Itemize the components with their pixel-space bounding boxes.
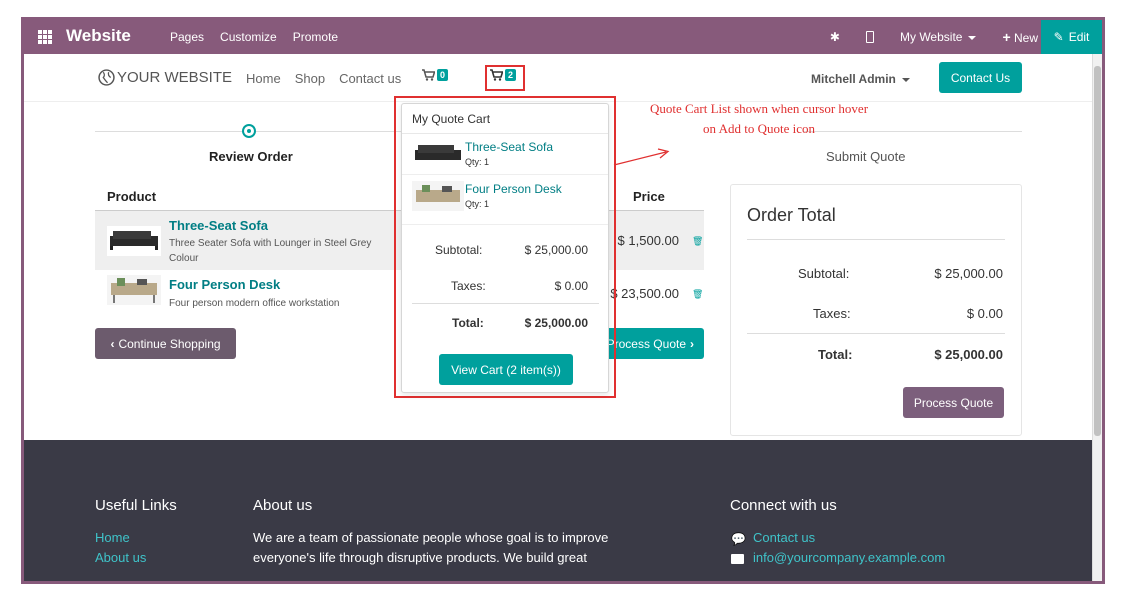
my-website-dropdown[interactable]: My Website (900, 30, 977, 44)
admin-bar: Website Pages Customize Promote ✱ My Web… (24, 20, 1102, 54)
order-total-title: Order Total (747, 205, 836, 225)
product-price: $ 23,500.00 (610, 286, 679, 301)
quote-cart-link[interactable]: 2 (490, 69, 517, 81)
bug-icon[interactable]: ✱ (830, 30, 840, 44)
site-footer: Useful Links Home About us About us We a… (24, 440, 1102, 581)
sofa-thumbnail (412, 139, 464, 169)
annotation-text: Quote Cart List shown when cursor hover … (649, 101, 869, 136)
menu-customize[interactable]: Customize (220, 30, 277, 44)
taxes-value: $ 0.00 (966, 306, 1003, 321)
user-menu[interactable]: Mitchell Admin (811, 72, 910, 86)
subtotal-value: $ 25,000.00 (934, 266, 1003, 281)
divider (747, 239, 1005, 240)
cart-icon (422, 69, 435, 81)
popover-subtotal-value: $ 25,000.00 (524, 243, 588, 257)
process-quote-button[interactable]: Process Quote (903, 387, 1004, 418)
admin-menu: Pages Customize Promote (170, 30, 338, 44)
desk-thumbnail (412, 181, 464, 211)
annotation-arrow-icon (613, 148, 670, 166)
scrollbar-thumb[interactable] (1094, 66, 1101, 436)
footer-contact-link[interactable]: Contact us (753, 530, 815, 545)
popover-title: My Quote Cart (402, 104, 608, 134)
menu-pages[interactable]: Pages (170, 30, 204, 44)
divider (747, 333, 1005, 334)
edit-button[interactable]: ✎ Edit (1041, 20, 1102, 54)
product-price: $ 1,500.00 (617, 233, 679, 248)
desk-thumbnail (107, 275, 161, 305)
chevron-right-icon: › (690, 336, 694, 351)
popover-item-name[interactable]: Three-Seat Sofa (465, 140, 553, 154)
column-header-price: Price (633, 189, 665, 204)
subtotal-label: Subtotal: (798, 266, 850, 281)
popover-item-name[interactable]: Four Person Desk (465, 182, 562, 196)
quote-cart-icon (490, 69, 503, 81)
product-description: Three Seater Sofa with Lounger in Steel … (169, 238, 372, 264)
footer-email-link[interactable]: info@yourcompany.example.com (753, 550, 945, 565)
cart-count-badge: 0 (437, 69, 449, 81)
step-submit-quote: Submit Quote (826, 149, 906, 164)
footer-link-about[interactable]: About us (95, 550, 146, 565)
admin-right-menu: ✱ My Website + New (830, 29, 1038, 45)
view-cart-button[interactable]: View Cart (2 item(s)) (439, 354, 573, 385)
site-logo[interactable]: YOUR WEBSITE (98, 69, 232, 86)
trash-icon[interactable]: 🗑 (692, 289, 703, 299)
step-active-dot (242, 124, 256, 138)
menu-promote[interactable]: Promote (293, 30, 338, 44)
popover-taxes-label: Taxes: (451, 279, 486, 293)
popover-taxes-value: $ 0.00 (554, 279, 588, 293)
popover-total-value: $ 25,000.00 (524, 316, 588, 330)
pencil-icon: ✎ (1053, 30, 1064, 44)
taxes-label: Taxes: (813, 306, 851, 321)
list-item[interactable]: Four Person Desk Qty: 1 (402, 176, 608, 225)
site-nav: Home Shop Contact us (246, 71, 401, 86)
app-title: Website (66, 26, 131, 45)
shop-cart-link[interactable]: 0 (422, 69, 449, 81)
order-total-card: Order Total Subtotal: $ 25,000.00 Taxes:… (730, 184, 1022, 436)
chat-bubble-icon: 💬 (731, 532, 746, 546)
browser-frame: Website Pages Customize Promote ✱ My Web… (21, 17, 1105, 584)
quote-cart-popover: My Quote Cart Three-Seat Sofa Qty: 1 Fou… (401, 103, 609, 393)
footer-link-home[interactable]: Home (95, 530, 130, 545)
product-description: Four person modern office workstation (169, 298, 340, 309)
footer-connect-title: Connect with us (730, 497, 837, 514)
divider (412, 303, 599, 304)
footer-about-title: About us (253, 497, 313, 514)
product-name[interactable]: Three-Seat Sofa (169, 218, 268, 233)
contact-us-button[interactable]: Contact Us (939, 62, 1022, 93)
footer-useful-links-title: Useful Links (95, 497, 177, 514)
trash-icon[interactable]: 🗑 (692, 236, 703, 246)
step-review-order: Review Order (209, 149, 293, 164)
quote-cart-count-badge: 2 (505, 69, 517, 81)
plus-icon: + (1002, 29, 1011, 45)
site-header: YOUR WEBSITE Home Shop Contact us 0 2 Mi… (24, 54, 1102, 102)
popover-total-label: Total: (452, 316, 484, 330)
sofa-thumbnail (107, 226, 161, 256)
mobile-preview-icon[interactable] (865, 31, 874, 43)
apps-menu-icon[interactable] (38, 30, 52, 44)
nav-contact[interactable]: Contact us (339, 71, 401, 86)
nav-shop[interactable]: Shop (295, 71, 325, 86)
page-scrollbar[interactable] (1092, 54, 1102, 581)
popover-subtotal-label: Subtotal: (435, 243, 483, 257)
envelope-icon (731, 554, 744, 564)
chevron-left-icon: ‹ (110, 336, 115, 351)
footer-about-text: We are a team of passionate people whose… (253, 530, 609, 565)
list-item[interactable]: Three-Seat Sofa Qty: 1 (402, 134, 608, 175)
new-button[interactable]: + New (1002, 29, 1038, 45)
globe-icon (98, 69, 115, 86)
continue-shopping-button[interactable]: ‹ Continue Shopping (95, 328, 236, 359)
total-value: $ 25,000.00 (934, 347, 1003, 362)
column-header-product: Product (107, 189, 157, 204)
popover-item-qty: Qty: 1 (465, 157, 490, 167)
nav-home[interactable]: Home (246, 71, 281, 86)
total-label: Total: (818, 347, 853, 362)
product-name[interactable]: Four Person Desk (169, 277, 280, 292)
popover-item-qty: Qty: 1 (465, 199, 490, 209)
